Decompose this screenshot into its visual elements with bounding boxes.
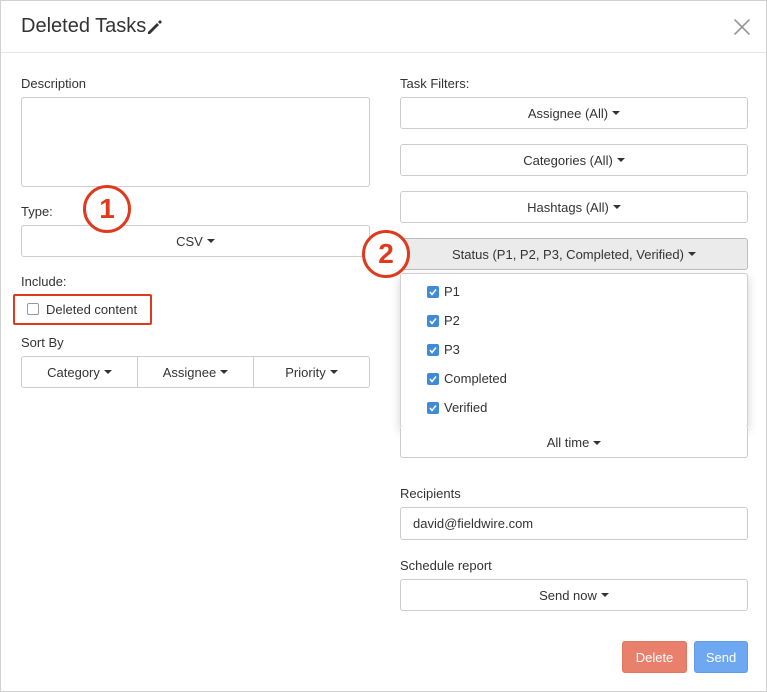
sort-assignee-label: Assignee [162,364,217,380]
checkbox-checked-icon[interactable] [427,285,439,298]
sort-category-button[interactable]: Category [21,356,138,388]
checkbox-checked-icon[interactable] [427,372,439,385]
description-label: Description [21,76,87,91]
schedule-report-label: Schedule report [400,558,492,573]
sort-category-label: Category [47,364,100,380]
sort-by-button-group: Category Assignee Priority [21,356,370,388]
status-option-label: P3 [444,342,460,357]
time-filter-label: All time [546,435,590,450]
status-option-p3[interactable]: P3 [401,335,747,364]
annotation-badge-1: 1 [83,185,131,233]
include-label: Include: [21,274,67,289]
annotation-badge-2: 2 [362,230,410,278]
chevron-down-icon [220,370,229,374]
sort-assignee-button[interactable]: Assignee [137,356,254,388]
schedule-dropdown-label: Send now [539,587,597,603]
categories-filter-dropdown[interactable]: Categories (All) [400,144,748,176]
assignee-filter-dropdown[interactable]: Assignee (All) [400,97,748,129]
status-option-label: P2 [444,313,460,328]
sort-priority-button[interactable]: Priority [253,356,370,388]
status-dropdown-menu: P1 P2 P3 Completed Verified [400,273,748,428]
chevron-down-icon [103,370,112,374]
deleted-content-checkbox[interactable] [27,303,39,315]
annotation-badge-1-label: 1 [99,193,115,224]
sort-priority-label: Priority [285,364,326,380]
deleted-content-label[interactable]: Deleted content [46,302,137,317]
status-option-p2[interactable]: P2 [401,306,747,335]
modal-title: Deleted Tasks [21,15,147,37]
type-dropdown[interactable]: CSV [21,225,370,257]
status-option-label: Verified [444,400,488,415]
status-option-p1[interactable]: P1 [401,277,747,306]
description-textarea[interactable] [21,97,370,187]
send-button[interactable]: Send [694,641,748,673]
assignee-filter-label: Assignee (All) [527,105,609,121]
modal-header: Deleted Tasks [1,1,766,53]
chevron-down-icon [329,370,338,374]
status-filter-dropdown[interactable]: Status (P1, P2, P3, Completed, Verified) [400,238,748,270]
recipients-input[interactable] [400,507,748,540]
time-filter-dropdown[interactable]: All time [400,427,748,458]
status-filter-label: Status (P1, P2, P3, Completed, Verified) [452,246,684,262]
status-option-label: P1 [444,284,460,299]
categories-filter-label: Categories (All) [523,152,613,168]
chevron-down-icon [687,252,696,256]
type-label: Type: [21,204,53,219]
pencil-icon[interactable] [146,18,166,38]
checkbox-checked-icon[interactable] [427,343,439,356]
chevron-down-icon [616,158,625,162]
chevron-down-icon [612,111,621,115]
hashtags-filter-dropdown[interactable]: Hashtags (All) [400,191,748,223]
checkbox-checked-icon[interactable] [427,401,439,414]
export-modal: Deleted Tasks Description Type: CSV 1 In… [0,0,767,692]
status-option-label: Completed [444,371,507,386]
chevron-down-icon [612,205,621,209]
task-filters-label: Task Filters: [400,76,470,91]
chevron-down-icon [593,440,602,445]
checkbox-checked-icon[interactable] [427,314,439,327]
sort-by-label: Sort By [21,335,64,350]
chevron-down-icon [206,239,215,243]
recipients-label: Recipients [400,486,461,501]
type-dropdown-label: CSV [176,233,203,249]
status-option-verified[interactable]: Verified [401,393,747,422]
annotation-badge-2-label: 2 [378,238,394,269]
status-option-completed[interactable]: Completed [401,364,747,393]
schedule-dropdown[interactable]: Send now [400,579,748,611]
delete-button[interactable]: Delete [622,641,687,673]
chevron-down-icon [600,593,609,597]
hashtags-filter-label: Hashtags (All) [527,199,609,215]
close-icon[interactable] [732,17,752,37]
